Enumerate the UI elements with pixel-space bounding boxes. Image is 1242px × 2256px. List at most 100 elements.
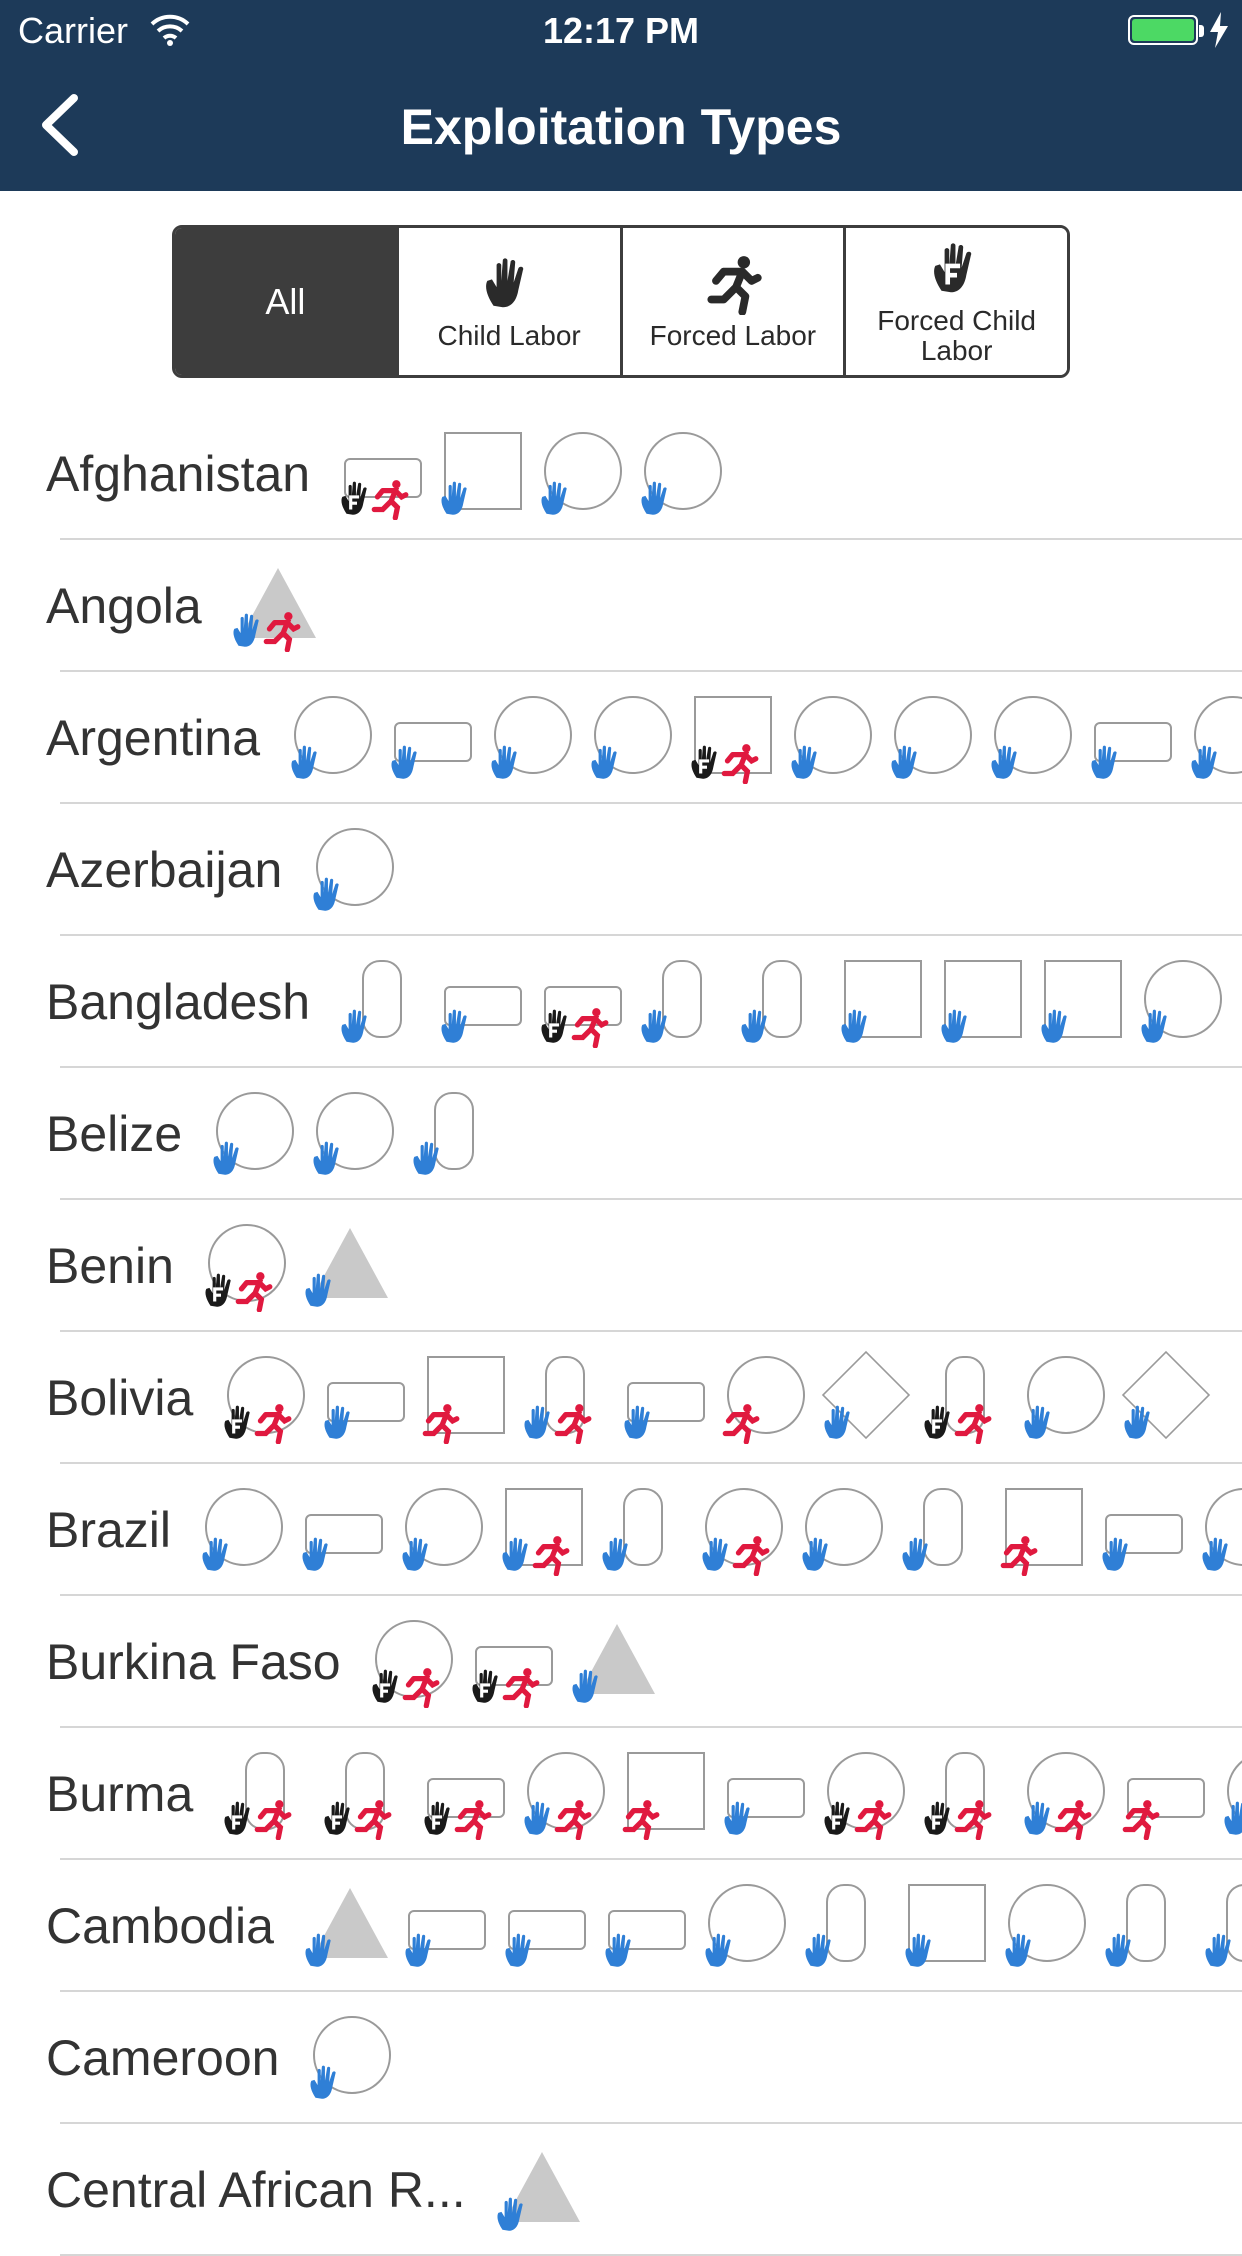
- filter-all[interactable]: All: [175, 228, 399, 375]
- dried-fish-icon: [536, 956, 624, 1048]
- child-labor-icon: [291, 745, 317, 779]
- country-name: Argentina: [46, 710, 261, 766]
- forced-labor-icon: [622, 1800, 660, 1840]
- country-row[interactable]: Brazil: [0, 1464, 1242, 1596]
- sugarcane-icon: [408, 1088, 496, 1180]
- fish-icon: [500, 1880, 588, 1972]
- running-person-icon: [707, 255, 762, 315]
- nav-bar: Exploitation Types: [0, 60, 1242, 191]
- beans-icon: [319, 1748, 407, 1840]
- country-row[interactable]: Azerbaijan: [0, 804, 1242, 936]
- forced-labor-icon: [1122, 1800, 1160, 1840]
- strawberries-icon: [986, 692, 1074, 784]
- country-row[interactable]: Afghanistan: [0, 408, 1242, 540]
- bricks-icon: [336, 428, 424, 520]
- timber-icon: [1200, 1880, 1242, 1972]
- country-name: Bangladesh: [46, 974, 311, 1030]
- country-row[interactable]: Benin: [0, 1200, 1242, 1332]
- brazil-nuts-icon: [219, 1352, 307, 1444]
- bricks-icon: [319, 1352, 407, 1444]
- goods-icons: [219, 1748, 1242, 1840]
- child-labor-icon: [302, 1537, 328, 1571]
- child-labor-icon: [1224, 1801, 1242, 1835]
- goods-icons: [336, 428, 724, 520]
- country-row[interactable]: Burkina Faso: [0, 1596, 1242, 1728]
- child-labor-icon: [705, 1933, 731, 1967]
- child-labor-icon: [305, 1933, 331, 1967]
- leather-icon: [1036, 956, 1124, 1048]
- grapes-icon: [786, 692, 874, 784]
- child-labor-icon: [1141, 1009, 1167, 1043]
- page-title: Exploitation Types: [400, 99, 842, 155]
- carpets-icon: [436, 428, 524, 520]
- country-row[interactable]: Burma: [0, 1728, 1242, 1860]
- charcoal-icon: [697, 1484, 785, 1576]
- child-labor-icon: [313, 1141, 339, 1175]
- country-row[interactable]: Central African R...: [0, 2124, 1242, 2256]
- country-row[interactable]: Belize: [0, 1068, 1242, 1200]
- filter-child-labor[interactable]: Child Labor: [398, 228, 623, 375]
- bricks-icon: [386, 692, 474, 784]
- country-row[interactable]: Cameroon: [0, 1992, 1242, 2124]
- child-labor-icon: [213, 1141, 239, 1175]
- child-labor-icon: [1024, 1405, 1050, 1439]
- goods-icons: [308, 824, 396, 916]
- country-name: Azerbaijan: [46, 842, 283, 898]
- forced-labor-icon: [371, 480, 409, 520]
- filter-all-label: All: [265, 280, 306, 322]
- child-labor-icon: [991, 745, 1017, 779]
- shrimp-icon: [1000, 1880, 1088, 1972]
- country-row[interactable]: Cambodia: [0, 1860, 1242, 1992]
- country-name: Central African R...: [46, 2162, 466, 2218]
- cotton-icon: [200, 1220, 288, 1312]
- jade-icon: [519, 1748, 607, 1840]
- furniture-icon: [736, 956, 824, 1048]
- battery-icon: [1128, 15, 1204, 45]
- country-row[interactable]: Bangladesh: [0, 936, 1242, 1068]
- forced-labor-icon: [254, 1404, 292, 1444]
- forced-labor-icon: [854, 1800, 892, 1840]
- country-row[interactable]: Argentina: [0, 672, 1242, 804]
- granite-icon: [300, 1220, 388, 1312]
- peas-icon: [719, 1748, 807, 1840]
- cotton-icon: [486, 692, 574, 784]
- filter-forced-child-labor[interactable]: Forced Child Labor: [846, 228, 1067, 375]
- child-labor-icon: [624, 1405, 650, 1439]
- child-labor-icon: [305, 1273, 331, 1307]
- child-labor-icon: [505, 1933, 531, 1967]
- bananas-icon: [208, 1088, 296, 1180]
- cotton-icon: [367, 1616, 455, 1708]
- diamonds-icon: [492, 2144, 580, 2236]
- child-labor-icon: [1102, 1537, 1128, 1571]
- child-labor-icon: [1191, 745, 1217, 779]
- child-labor-icon: [902, 1537, 928, 1571]
- forced-labor-icon: [254, 1800, 292, 1840]
- goods-icons: [197, 1484, 1242, 1576]
- child-labor-icon: [724, 1801, 750, 1835]
- cotton-icon: [308, 824, 396, 916]
- garments-icon: [686, 692, 774, 784]
- filter-child-labor-label: Child Labor: [437, 319, 581, 351]
- child-labor-icon: [641, 1009, 667, 1043]
- child-labor-icon: [324, 1405, 350, 1439]
- corn-icon: [519, 1352, 607, 1444]
- child-labor-icon: [824, 1405, 850, 1439]
- forced-labor-icon: [532, 1536, 570, 1576]
- garments-icon: [836, 956, 924, 1048]
- peanuts-icon: [719, 1352, 807, 1444]
- country-row[interactable]: Angola: [0, 540, 1242, 672]
- goods-icons: [208, 1088, 496, 1180]
- citrus-fruits-icon: [308, 1088, 396, 1180]
- filter-forced-labor[interactable]: Forced Labor: [622, 228, 847, 375]
- country-row[interactable]: Bolivia: [0, 1332, 1242, 1464]
- diamonds-icon: [228, 560, 316, 652]
- zinc-icon: [1119, 1350, 1211, 1444]
- child-labor-icon: [905, 1933, 931, 1967]
- child-labor-icon: [741, 1009, 767, 1043]
- child-labor-icon: [202, 1537, 228, 1571]
- coal-icon: [536, 428, 624, 520]
- pineapples-icon: [1197, 1484, 1242, 1576]
- sugarcane-icon: [1100, 1880, 1188, 1972]
- olives-icon: [886, 692, 974, 784]
- sugarcane-icon: [919, 1352, 1007, 1444]
